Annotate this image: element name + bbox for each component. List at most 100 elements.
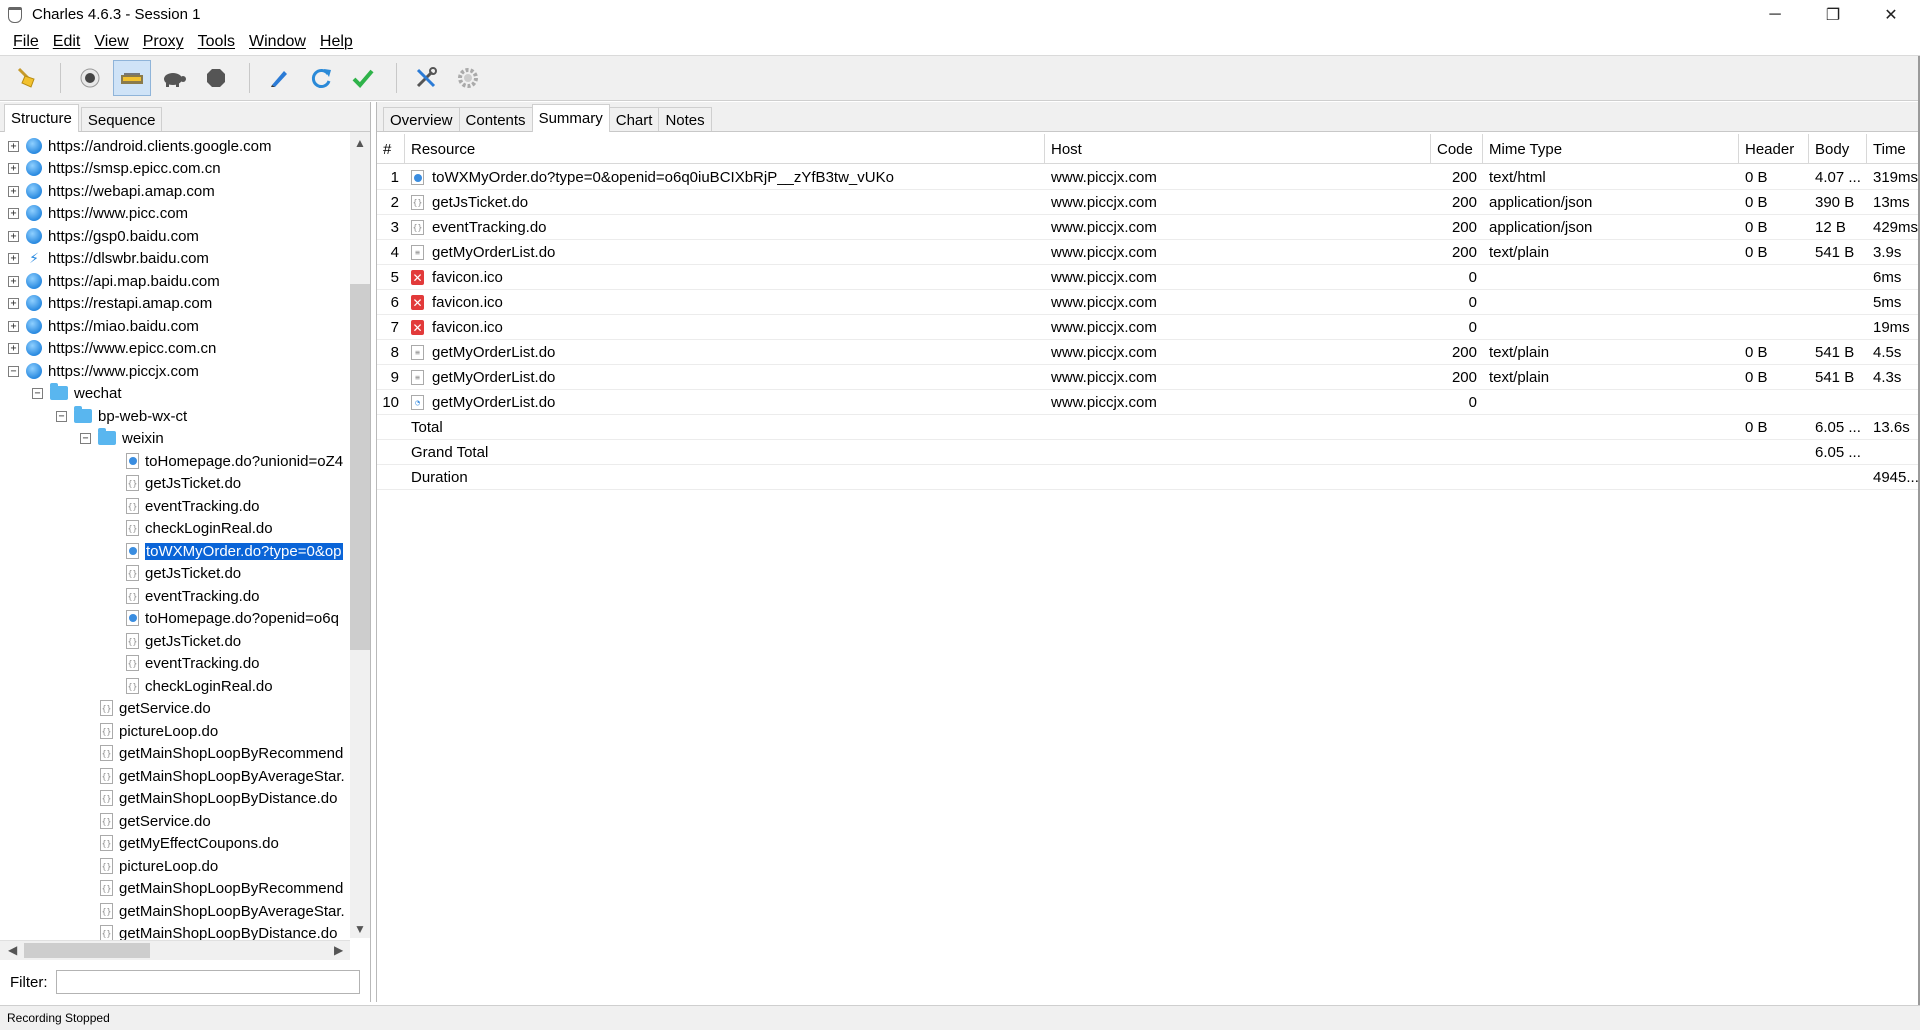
tree-host[interactable]: + https://smsp.epicc.com.cn (8, 157, 221, 179)
tree-request[interactable]: {} getService.do (100, 810, 211, 832)
tree-request-selected[interactable]: toWXMyOrder.do?type=0&op (126, 540, 343, 562)
expand-icon[interactable]: + (8, 275, 19, 287)
tree-host[interactable]: + https://webapi.amap.com (8, 180, 215, 202)
tree-request[interactable]: {} getMainShopLoopByDistance.do (100, 922, 337, 940)
tree-request[interactable]: {} pictureLoop.do (100, 855, 218, 877)
close-button[interactable]: ✕ (1862, 0, 1920, 29)
expand-icon[interactable]: + (8, 140, 19, 152)
tree-request[interactable]: {} getJsTicket.do (126, 472, 241, 494)
column-header-header[interactable]: Header (1739, 134, 1809, 164)
table-row[interactable]: 4 ≡ getMyOrderList.do www.piccjx.com 200 text… (377, 240, 1920, 265)
expand-icon[interactable]: + (8, 320, 19, 332)
expand-icon[interactable]: + (8, 252, 19, 264)
tree-host[interactable]: + https://android.clients.google.com (8, 135, 271, 157)
expand-icon[interactable]: + (8, 162, 19, 174)
expand-icon[interactable]: + (8, 297, 19, 309)
menu-window[interactable]: Window (242, 33, 313, 51)
tree-request[interactable]: toHomepage.do?unionid=oZ4 (126, 450, 343, 472)
column-header-body[interactable]: Body (1809, 134, 1867, 164)
tools-button[interactable] (407, 60, 445, 96)
tree-host[interactable]: + https://www.epicc.com.cn (8, 337, 216, 359)
validate-button[interactable] (344, 60, 382, 96)
tree-host[interactable]: − https://www.piccjx.com (8, 360, 199, 382)
maximize-button[interactable]: ❐ (1804, 0, 1862, 29)
stop-button[interactable] (197, 60, 235, 96)
tree-request[interactable]: {} getMainShopLoopByAverageStar. (100, 900, 345, 922)
tree-request[interactable]: {} eventTracking.do (126, 585, 260, 607)
tree-folder[interactable]: − weixin (80, 427, 164, 449)
tree-host[interactable]: + https://restapi.amap.com (8, 292, 212, 314)
tree-request[interactable]: {} checkLoginReal.do (126, 675, 273, 697)
tab-structure[interactable]: Structure (4, 104, 79, 132)
tree-host[interactable]: + https://gsp0.baidu.com (8, 225, 199, 247)
tree-request[interactable]: {} getMainShopLoopByDistance.do (100, 787, 337, 809)
menu-view[interactable]: View (87, 33, 135, 51)
scroll-right-icon[interactable]: ▶ (334, 943, 343, 957)
collapse-icon[interactable]: − (32, 387, 43, 399)
tree-host[interactable]: + https://api.map.baidu.com (8, 270, 220, 292)
table-row[interactable]: 7 ✕ favicon.ico www.piccjx.com 0 19ms (377, 315, 1920, 340)
tree-folder[interactable]: − wechat (32, 382, 122, 404)
tree-request[interactable]: {} getJsTicket.do (126, 630, 241, 652)
expand-icon[interactable]: + (8, 342, 19, 354)
tree-request[interactable]: toHomepage.do?openid=o6q (126, 607, 339, 629)
breakpoints-button[interactable] (155, 60, 193, 96)
settings-button[interactable] (449, 60, 487, 96)
tree-request[interactable]: {} checkLoginReal.do (126, 517, 273, 539)
table-row[interactable]: 1 toWXMyOrder.do?type=0&openid=o6q0iuBCIX… (377, 165, 1920, 190)
table-row[interactable]: 10 ◔ getMyOrderList.do www.piccjx.com 0 (377, 390, 1920, 415)
filter-input[interactable] (55, 970, 360, 994)
scroll-down-icon[interactable]: ▼ (354, 922, 366, 936)
menu-edit[interactable]: Edit (46, 33, 88, 51)
table-row[interactable]: 2 {} getJsTicket.do www.piccjx.com 200 applic… (377, 190, 1920, 215)
column-header-host[interactable]: Host (1045, 134, 1431, 164)
tree-request[interactable]: {} pictureLoop.do (100, 720, 218, 742)
column-header-code[interactable]: Code (1431, 134, 1483, 164)
menu-proxy[interactable]: Proxy (136, 33, 191, 51)
column-header-time[interactable]: Time (1867, 134, 1920, 164)
tree-request[interactable]: {} getMainShopLoopByRecommend (100, 877, 343, 899)
table-row[interactable]: 6 ✕ favicon.ico www.piccjx.com 0 5ms (377, 290, 1920, 315)
table-row[interactable]: 9 ≡ getMyOrderList.do www.piccjx.com 200 text… (377, 365, 1920, 390)
tab-contents[interactable]: Contents (458, 107, 533, 131)
tree-horizontal-scroll-thumb[interactable] (24, 943, 150, 958)
scroll-up-icon[interactable]: ▲ (354, 136, 366, 150)
repeat-button[interactable] (302, 60, 340, 96)
expand-icon[interactable]: + (8, 185, 19, 197)
table-row[interactable]: 3 {} eventTracking.do www.piccjx.com 200 appl… (377, 215, 1920, 240)
minimize-button[interactable]: ─ (1746, 0, 1804, 29)
menu-help[interactable]: Help (313, 33, 360, 51)
collapse-icon[interactable]: − (56, 410, 67, 422)
tab-overview[interactable]: Overview (383, 107, 460, 131)
collapse-icon[interactable]: − (80, 432, 91, 444)
menu-tools[interactable]: Tools (191, 33, 242, 51)
throttle-button[interactable] (113, 60, 151, 96)
tree-host[interactable]: + https://www.picc.com (8, 202, 188, 224)
table-row[interactable]: 5 ✕ favicon.ico www.piccjx.com 0 6ms (377, 265, 1920, 290)
menu-file[interactable]: File (6, 33, 46, 51)
tree-request[interactable]: {} eventTracking.do (126, 495, 260, 517)
tab-sequence[interactable]: Sequence (80, 107, 163, 131)
tab-notes[interactable]: Notes (658, 107, 712, 131)
tree-host[interactable]: + ⚡ https://dlswbr.baidu.com (8, 247, 209, 269)
column-header-mime-type[interactable]: Mime Type (1483, 134, 1739, 164)
column-header-resource[interactable]: Resource (405, 134, 1045, 164)
tab-summary[interactable]: Summary (531, 104, 610, 132)
compose-button[interactable] (260, 60, 298, 96)
tree-host[interactable]: + https://miao.baidu.com (8, 315, 199, 337)
column-header-number[interactable]: # (377, 134, 405, 164)
tree-request[interactable]: {} getJsTicket.do (126, 562, 241, 584)
tree-vertical-scroll-thumb[interactable] (350, 284, 370, 650)
expand-icon[interactable]: + (8, 207, 19, 219)
table-row[interactable]: 8 ≡ getMyOrderList.do www.piccjx.com 200 text… (377, 340, 1920, 365)
tree-request[interactable]: {} eventTracking.do (126, 652, 260, 674)
tree-folder[interactable]: − bp-web-wx-ct (56, 405, 187, 427)
tree-request[interactable]: {} getMainShopLoopByAverageStar. (100, 765, 345, 787)
tree-request[interactable]: {} getMainShopLoopByRecommend (100, 742, 343, 764)
expand-icon[interactable]: + (8, 230, 19, 242)
collapse-icon[interactable]: − (8, 365, 19, 377)
record-button[interactable] (71, 60, 109, 96)
clear-session-button[interactable] (8, 60, 46, 96)
scroll-left-icon[interactable]: ◀ (8, 943, 17, 957)
tree-request[interactable]: {} getMyEffectCoupons.do (100, 832, 279, 854)
